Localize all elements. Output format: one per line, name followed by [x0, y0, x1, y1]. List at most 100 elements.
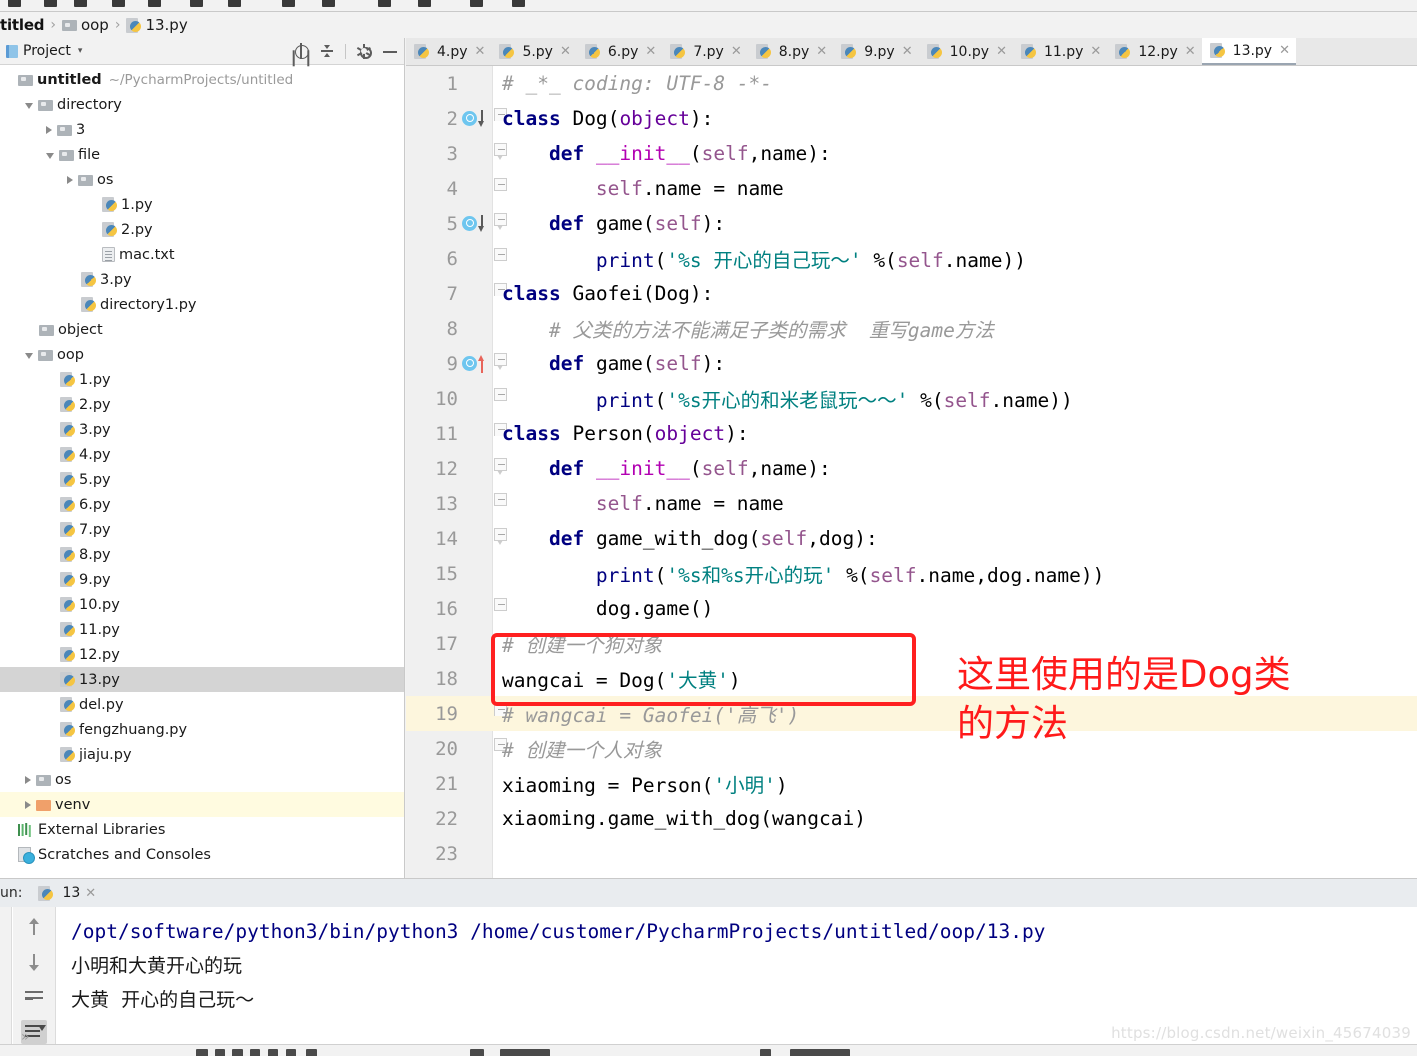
tree-item[interactable]: jiaju.py [0, 742, 404, 767]
code-line[interactable]: 4 self.name = name [406, 171, 1417, 206]
scroll-down-icon[interactable] [21, 950, 47, 974]
tree-item[interactable]: object [0, 317, 404, 342]
editor-tab[interactable]: 13.py ✕ [1201, 38, 1296, 65]
tree-item[interactable]: 7.py [0, 517, 404, 542]
gear-icon[interactable] [356, 43, 372, 59]
tree-item[interactable]: 11.py [0, 617, 404, 642]
code-line[interactable]: 15 print('%s和%s开心的玩' %(self.name,dog.nam… [406, 556, 1417, 591]
editor-tab[interactable]: 10.py ✕ [919, 38, 1013, 65]
overridden-method-icon[interactable] [462, 213, 488, 235]
tree-item[interactable]: 3.py [0, 417, 404, 442]
code-line[interactable]: 7 class Gaofei(Dog): [406, 276, 1417, 311]
editor-tab[interactable]: 5.py ✕ [491, 38, 576, 65]
code-line[interactable]: 1 # _*_ coding: UTF-8 -*- [406, 66, 1417, 101]
toolbar-button[interactable] [322, 0, 335, 7]
close-icon[interactable]: ✕ [1279, 43, 1290, 58]
tree-item[interactable]: 12.py [0, 642, 404, 667]
tree-item[interactable]: fengzhuang.py [0, 717, 404, 742]
tree-item[interactable]: External Libraries [0, 817, 404, 842]
tree-item[interactable]: 2.py [0, 392, 404, 417]
tree-item[interactable]: oop [0, 342, 404, 367]
status-bar-item[interactable] [196, 1049, 208, 1056]
status-bar-item[interactable] [760, 1049, 771, 1056]
tree-item[interactable]: os [0, 167, 404, 192]
minimize-icon[interactable] [382, 43, 398, 59]
status-bar-item[interactable] [268, 1049, 278, 1056]
twisty-collapsed-icon[interactable] [25, 800, 31, 809]
toolbar-button[interactable] [74, 0, 87, 7]
toolbar-button[interactable] [8, 0, 21, 7]
code-line[interactable]: 13 self.name = name [406, 486, 1417, 521]
close-icon[interactable]: ✕ [996, 44, 1007, 59]
toolbar-button[interactable] [190, 0, 203, 7]
editor-tab[interactable]: 6.py ✕ [577, 38, 662, 65]
code-line[interactable]: 8 # 父类的方法不能满足子类的需求 重写game方法 [406, 311, 1417, 346]
breadcrumb-file[interactable]: 13.py [145, 16, 187, 34]
close-icon[interactable]: ✕ [816, 44, 827, 59]
editor-tab[interactable]: 9.py ✕ [833, 38, 918, 65]
code-lines[interactable]: 1 # _*_ coding: UTF-8 -*- 2 class Dog(objec… [406, 66, 1417, 878]
tree-item[interactable]: 4.py [0, 442, 404, 467]
twisty-expanded-icon[interactable] [25, 102, 33, 109]
status-bar-item[interactable] [250, 1049, 260, 1056]
run-tab-13[interactable]: 13 ✕ [30, 885, 105, 901]
code-line[interactable]: 16 dog.game() [406, 591, 1417, 626]
tree-item[interactable]: 5.py [0, 467, 404, 492]
code-line[interactable]: 22 xiaoming.game_with_dog(wangcai) [406, 801, 1417, 836]
toolbar-button[interactable] [512, 0, 525, 7]
close-icon[interactable]: ✕ [1090, 44, 1101, 59]
close-icon[interactable]: ✕ [85, 886, 96, 901]
close-icon[interactable]: ✕ [902, 44, 913, 59]
toolbar-button[interactable] [228, 0, 241, 7]
code-line[interactable]: 10 print('%s开心的和米老鼠玩～～' %(self.name)) [406, 381, 1417, 416]
tree-item[interactable]: venv [0, 792, 404, 817]
tree-item[interactable]: mac.txt [0, 242, 404, 267]
toolbar-button[interactable] [148, 0, 161, 7]
editor-tab[interactable]: 7.py ✕ [662, 38, 747, 65]
tree-item[interactable]: 13.py [0, 667, 404, 692]
twisty-expanded-icon[interactable] [25, 352, 33, 359]
tree-item[interactable]: 3.py [0, 267, 404, 292]
soft-wrap-icon[interactable] [21, 985, 47, 1009]
code-line[interactable]: 5 def game(self): [406, 206, 1417, 241]
tree-item[interactable]: 6.py [0, 492, 404, 517]
tree-item[interactable]: 9.py [0, 567, 404, 592]
overridden-method-icon[interactable] [462, 108, 488, 130]
tree-item[interactable]: 1.py [0, 192, 404, 217]
tree-item[interactable]: 3 [0, 117, 404, 142]
close-icon[interactable]: ✕ [475, 44, 486, 59]
code-line[interactable]: 12 def __init__(self,name): [406, 451, 1417, 486]
twisty-collapsed-icon[interactable] [25, 775, 31, 784]
twisty-collapsed-icon[interactable] [67, 175, 73, 184]
editor-tab[interactable]: 4.py ✕ [406, 38, 491, 65]
status-bar-item[interactable] [790, 1049, 850, 1056]
tree-item[interactable]: 8.py [0, 542, 404, 567]
toolbar-button[interactable] [418, 0, 431, 7]
code-editor[interactable]: 1 # _*_ coding: UTF-8 -*- 2 class Dog(objec… [406, 66, 1417, 878]
project-panel-title[interactable]: Project [23, 43, 71, 59]
code-line[interactable]: 23 [406, 836, 1417, 871]
close-icon[interactable]: ✕ [560, 44, 571, 59]
editor-tab[interactable]: 8.py ✕ [748, 38, 833, 65]
scroll-up-icon[interactable] [21, 915, 47, 939]
status-bar-item[interactable] [286, 1049, 296, 1056]
toolbar-button[interactable] [44, 0, 57, 7]
twisty-collapsed-icon[interactable] [46, 125, 52, 134]
code-line[interactable]: 6 print('%s 开心的自己玩～' %(self.name)) [406, 241, 1417, 276]
chevron-down-icon[interactable]: ▾ [78, 46, 83, 56]
status-bar-item[interactable] [306, 1049, 317, 1056]
code-line[interactable]: 21 xiaoming = Person('小明') [406, 766, 1417, 801]
tree-item[interactable]: 1.py [0, 367, 404, 392]
twisty-expanded-icon[interactable] [46, 152, 54, 159]
close-icon[interactable]: ✕ [731, 44, 742, 59]
tree-item[interactable]: 2.py [0, 217, 404, 242]
toolbar-button[interactable] [378, 0, 391, 7]
locate-icon[interactable] [293, 43, 309, 59]
more-options-icon[interactable]: » [21, 1029, 30, 1045]
status-bar-item[interactable] [500, 1049, 550, 1056]
toolbar-button[interactable] [282, 0, 295, 7]
tree-item[interactable]: Scratches and Consoles [0, 842, 404, 867]
code-line[interactable]: 9 def game(self): [406, 346, 1417, 381]
tree-item[interactable]: file [0, 142, 404, 167]
overriding-method-icon[interactable] [462, 353, 488, 375]
